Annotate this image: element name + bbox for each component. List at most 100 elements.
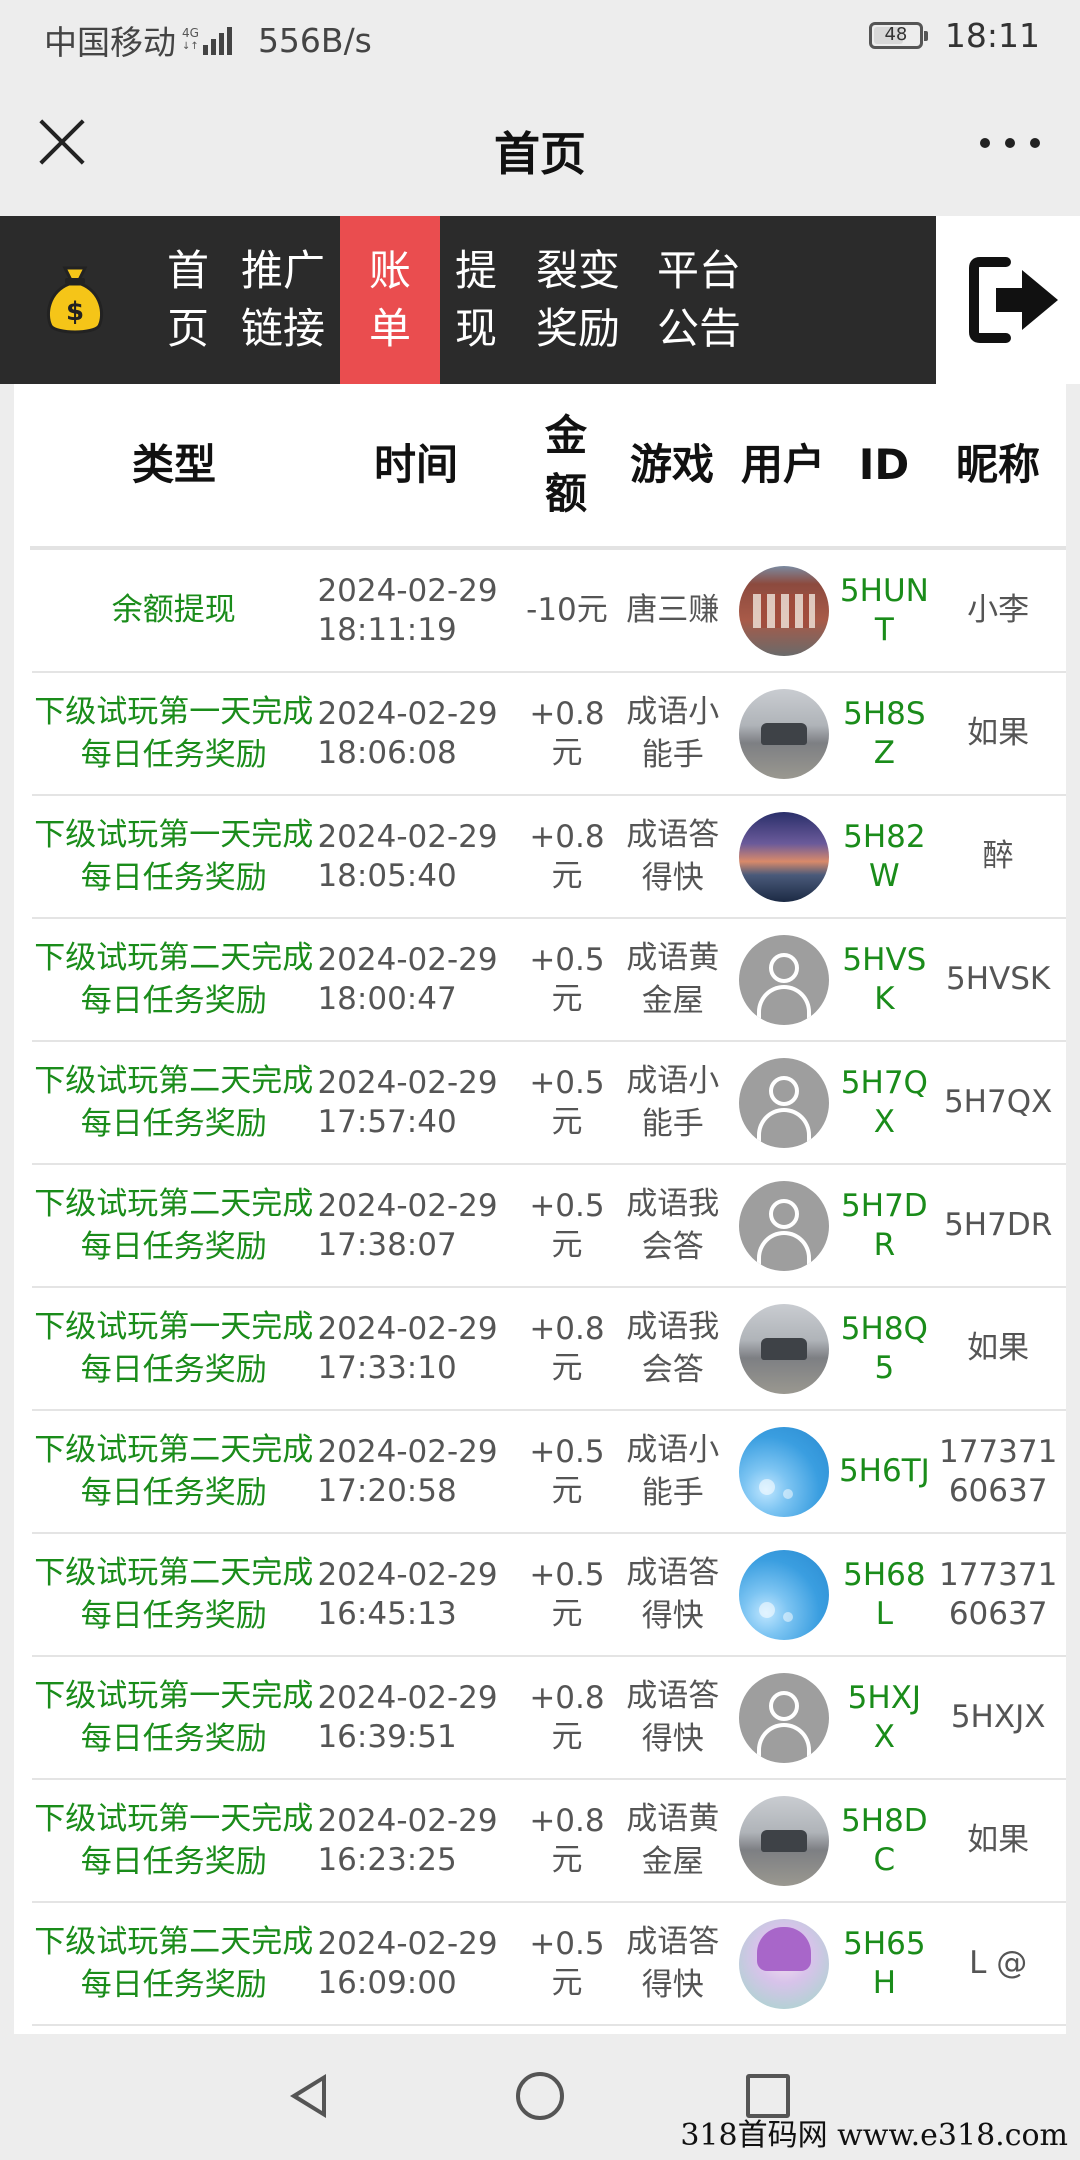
cell-time: 2024-02-29 17:57:40 (317, 1064, 498, 1140)
cell-game: 成语答得快 (626, 816, 720, 896)
cell-time: 2024-02-29 18:00:47 (317, 941, 498, 1017)
table-row: 下级试玩第二天完成每日任务奖励 2024-02-29 17:38:07 +0.5元成… (32, 1165, 1066, 1288)
table-row: 余额提现 2024-02-29 18:11:19 -10元 唐三赚 5HUNT 小李 (32, 550, 1066, 673)
cell-user (729, 1303, 839, 1394)
cell-type: 下级试玩第一天完成每日任务奖励 (34, 816, 314, 896)
cell-amount: -10元 (526, 592, 608, 628)
nav-item-4[interactable]: 裂变 奖励 (512, 216, 644, 384)
cell-time: 2024-02-29 17:38:07 (317, 1187, 498, 1263)
cell-nickname: 小李 (967, 592, 1030, 628)
cell-user (729, 688, 839, 779)
cell-time: 2024-02-29 18:11:19 (317, 572, 498, 648)
cell-time: 2024-02-29 17:20:58 (317, 1433, 498, 1509)
status-right: 48 18:11 (868, 16, 1040, 55)
cell-type: 下级试玩第一天完成每日任务奖励 (34, 1677, 314, 1757)
cell-id: 5H6TJ (838, 1453, 930, 1489)
cell-user (729, 1180, 839, 1271)
cell-type: 下级试玩第一天完成每日任务奖励 (34, 1308, 314, 1388)
signal-icon (202, 25, 232, 55)
table-row: 下级试玩第二天完成每日任务奖励 2024-02-29 17:57:40 +0.5元成… (32, 1042, 1066, 1165)
cell-nickname: 17737160637 (938, 1433, 1058, 1509)
cell-nickname: 5H7QX (943, 1084, 1053, 1120)
avatar (738, 1549, 829, 1640)
status-bar: 中国移动 4G ↓↑ 556B/s 48 18:11 (0, 0, 1080, 74)
header-nickname: 昵称 (955, 440, 1040, 489)
avatar (738, 1426, 829, 1517)
watermark: 318首码网 www.e318.com (680, 2118, 1068, 2153)
cell-user (729, 934, 839, 1025)
cell-time: 2024-02-29 16:23:25 (317, 1802, 498, 1878)
cell-type: 下级试玩第一天完成每日任务奖励 (34, 693, 314, 773)
cell-type: 下级试玩第二天完成每日任务奖励 (34, 1923, 314, 2003)
home-icon[interactable] (516, 2072, 564, 2120)
network-type: 4G ↓↑ (182, 26, 199, 53)
more-options-icon[interactable] (980, 128, 1040, 158)
cell-user (729, 1426, 839, 1517)
system-nav-bar: 318首码网 www.e318.com (0, 2034, 1080, 2160)
page-title: 首页 (494, 127, 586, 181)
nav-item-1[interactable]: 推广 链接 (226, 216, 340, 384)
table-row: 下级试玩第一天完成每日任务奖励 2024-02-29 16:23:25 +0.8元成… (32, 1780, 1066, 1903)
avatar (738, 1057, 829, 1148)
cell-type: 下级试玩第二天完成每日任务奖励 (34, 1431, 314, 1511)
cell-game: 成语黄金屋 (626, 1800, 720, 1880)
logout-icon[interactable] (966, 252, 1066, 348)
cell-nickname: 17737160637 (938, 1556, 1058, 1632)
cell-user (729, 1795, 839, 1886)
cell-id: 5H82W (843, 818, 926, 894)
header-user: 用户 (740, 440, 825, 489)
table-row: 下级试玩第二天完成每日任务奖励 2024-02-29 17:20:58 +0.5元成… (32, 1411, 1066, 1534)
cell-amount: +0.8元 (529, 1310, 605, 1386)
cell-game: 成语小能手 (626, 1431, 720, 1511)
nav-menu: $ 首 页推广 链接账 单提 现裂变 奖励 平台 公告 (0, 216, 936, 384)
nav-item-5[interactable]: 平台 公告 (644, 216, 754, 384)
cell-game: 成语答得快 (626, 1677, 720, 1757)
back-icon[interactable] (290, 2074, 326, 2118)
cell-type: 下级试玩第二天完成每日任务奖励 (34, 1185, 314, 1265)
cell-game: 成语答得快 (626, 1554, 720, 1634)
cell-amount: +0.8元 (529, 695, 605, 771)
money-bag-icon: $ (0, 216, 150, 384)
table-row: 下级试玩第一天完成每日任务奖励 2024-02-29 18:05:40 +0.8元成… (32, 796, 1066, 919)
table-row: 下级试玩第二天完成每日任务奖励 2024-02-29 16:45:13 +0.5元成… (32, 1534, 1066, 1657)
cell-type: 下级试玩第二天完成每日任务奖励 (34, 939, 314, 1019)
cell-amount: +0.5元 (529, 1925, 605, 2001)
cell-game: 成语答得快 (626, 1923, 720, 2003)
nav-item-0[interactable]: 首 页 (150, 216, 226, 384)
nav-item-3[interactable]: 提 现 (440, 216, 512, 384)
avatar (738, 1795, 829, 1886)
cell-time: 2024-02-29 16:39:51 (317, 1679, 498, 1755)
cell-amount: +0.8元 (529, 1802, 605, 1878)
cell-user (729, 1549, 839, 1640)
cell-nickname: 如果 (967, 1822, 1030, 1858)
table-row: 下级试玩第一天完成每日任务奖励 2024-02-29 16:39:51 +0.8元成… (32, 1657, 1066, 1780)
cell-nickname: 5HVSK (946, 961, 1051, 997)
cell-user (729, 1057, 839, 1148)
cell-nickname: L @ (969, 1945, 1028, 1981)
cell-id: 5H7DR (841, 1187, 928, 1263)
table-row: 下级试玩第二天完成每日任务奖励 2024-02-29 18:00:47 +0.5元成… (32, 919, 1066, 1042)
cell-type: 下级试玩第一天完成每日任务奖励 (34, 1800, 314, 1880)
network-speed: 556B/s (257, 20, 372, 60)
avatar (738, 1180, 829, 1271)
cell-nickname: 醉 (982, 838, 1014, 874)
header-game: 游戏 (629, 440, 714, 489)
avatar (738, 1303, 829, 1394)
cell-nickname: 5HXJX (950, 1699, 1046, 1735)
cell-id: 5HVSK (842, 941, 927, 1017)
avatar (738, 565, 829, 656)
cell-game: 成语小能手 (626, 693, 720, 773)
cell-game: 成语黄金屋 (626, 939, 720, 1019)
cell-id: 5HUNT (839, 572, 929, 648)
cell-id: 5H8Q5 (840, 1310, 928, 1386)
bill-table: 类型 时间 金 额 游戏 用户 ID 昵称 余额提现 2024-02-29 18:… (14, 384, 1066, 2034)
avatar (738, 688, 829, 779)
cell-time: 2024-02-29 16:45:13 (317, 1556, 498, 1632)
cell-amount: +0.5元 (529, 1187, 605, 1263)
nav-item-2[interactable]: 账 单 (340, 216, 440, 384)
cell-id: 5H8DC (841, 1802, 928, 1878)
cell-amount: +0.5元 (529, 1433, 605, 1509)
cell-game: 唐三赚 (626, 592, 720, 628)
cell-id: 5H68L (843, 1556, 926, 1632)
cell-user (729, 811, 839, 902)
